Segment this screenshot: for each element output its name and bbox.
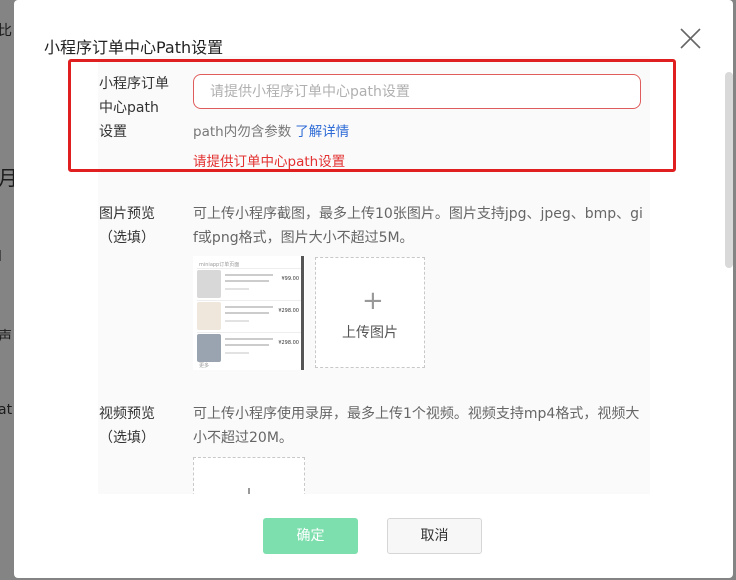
thumbnail-item: ¥298.00 xyxy=(197,302,303,332)
product-image xyxy=(197,334,221,362)
thumbnail-footer: 更多 xyxy=(199,363,210,369)
thumbnail-item: ¥298.00 xyxy=(197,334,303,364)
image-preview-description: 可上传小程序截图，最多上传10张图片。图片支持jpg、jpeg、bmp、gi f… xyxy=(193,206,643,246)
thumbnail-header: miniapp订单页面 xyxy=(199,262,240,268)
upload-image-button[interactable]: + 上传图片 xyxy=(315,257,425,368)
upload-image-label: 上传图片 xyxy=(342,325,398,341)
close-icon xyxy=(680,28,701,49)
plus-icon: + xyxy=(362,286,384,316)
dialog-title: 小程序订单中心Path设置 xyxy=(44,38,224,57)
thumbnail-divider xyxy=(197,268,301,269)
plus-icon xyxy=(248,488,250,494)
video-preview-description: 可上传小程序使用录屏，最多上传1个视频。视频支持mp4格式，视频大 小不超过20… xyxy=(193,406,640,446)
confirm-button[interactable]: 确定 xyxy=(263,518,358,554)
upload-video-button[interactable] xyxy=(193,457,305,494)
product-image xyxy=(197,270,221,298)
dialog-body: 小程序订单 中心path 设置 path内勿含参数了解详情 请提供订单中心pat… xyxy=(14,56,733,494)
thumbnail-scrollbar xyxy=(301,256,304,370)
video-preview-label: 视频预览 （选填） xyxy=(99,406,155,446)
highlight-annotation-box xyxy=(68,59,676,172)
product-price: ¥298.00 xyxy=(278,308,299,314)
close-button[interactable] xyxy=(678,26,704,52)
product-price: ¥99.00 xyxy=(281,276,300,282)
image-preview-label: 图片预览 （选填） xyxy=(99,206,155,246)
product-price: ¥298.00 xyxy=(278,340,299,346)
cancel-button[interactable]: 取消 xyxy=(387,518,482,554)
thumbnail-item: ¥99.00 xyxy=(197,270,303,300)
path-settings-dialog: 小程序订单中心Path设置 小程序订单 中心path 设置 path内勿含参数了… xyxy=(14,0,733,578)
product-image xyxy=(197,302,221,330)
uploaded-screenshot-thumbnail[interactable]: miniapp订单页面 ¥99.00 ¥298.00 ¥298.00 更多 xyxy=(193,256,305,370)
